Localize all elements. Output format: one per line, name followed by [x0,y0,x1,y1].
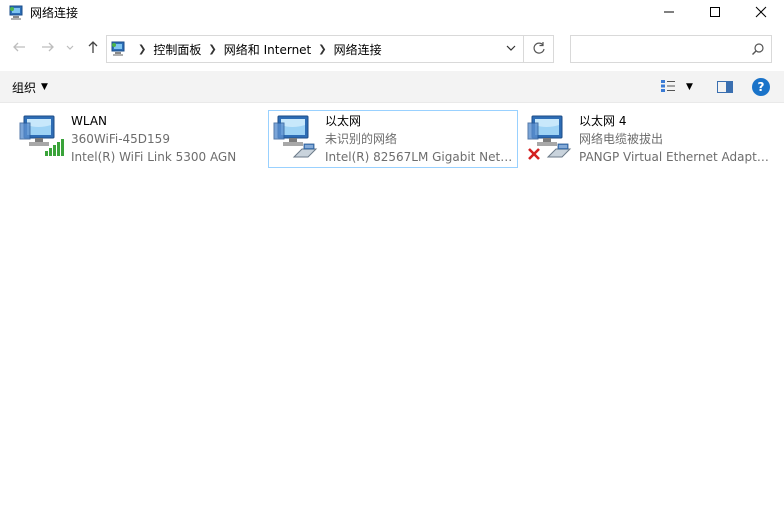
search-box[interactable] [570,35,772,63]
ethernet-network-adapter-icon [272,113,320,161]
address-dropdown-button[interactable] [499,36,523,62]
search-icon[interactable] [751,42,765,56]
wifi-network-adapter-icon [18,113,66,161]
connection-adapter: Intel(R) WiFi Link 5300 AGN [71,150,237,164]
connection-adapter: PANGP Virtual Ethernet Adapt… [579,150,769,164]
organize-menu-button[interactable]: 组织 ▼ [12,79,48,95]
breadcrumb-network-internet[interactable]: 网络和 Internet [224,41,311,58]
arrow-left-icon [11,39,27,58]
connection-status: 未识别的网络 [325,132,398,146]
breadcrumb: ❯ 控制面板 ❯ 网络和 Internet ❯ 网络连接 [131,36,382,62]
connection-item-ethernet[interactable]: 以太网 未识别的网络 Intel(R) 82567LM Gigabit Netw… [268,110,518,168]
address-bar[interactable]: ❯ 控制面板 ❯ 网络和 Internet ❯ 网络连接 [106,35,524,63]
breadcrumb-separator-icon[interactable]: ❯ [208,44,216,55]
close-icon [755,6,767,21]
back-button[interactable] [9,38,29,58]
connection-item-ethernet-4[interactable]: 以太网 4 网络电缆被拔出 PANGP Virtual Ethernet Ada… [522,110,772,168]
command-bar: 组织 ▼ ▼ ? [0,71,784,103]
recent-locations-button[interactable] [63,38,77,58]
breadcrumb-control-panel[interactable]: 控制面板 [153,41,201,58]
title-bar: 网络连接 [0,0,784,27]
close-button[interactable] [738,0,784,27]
help-button[interactable]: ? [752,78,770,96]
network-connections-app-icon [8,5,24,21]
preview-pane-button[interactable] [716,79,734,95]
connection-adapter: Intel(R) 82567LM Gigabit Netw… [325,150,515,164]
control-panel-icon [110,41,126,57]
maximize-button[interactable] [692,0,738,27]
refresh-icon [532,41,546,58]
window-title: 网络连接 [30,6,79,20]
help-icon: ? [757,80,765,94]
connection-name: WLAN [71,114,108,128]
minimize-button[interactable] [646,0,692,27]
connection-status: 网络电缆被拔出 [579,132,664,146]
forward-button[interactable] [38,38,58,58]
caret-down-icon: ▼ [41,82,48,92]
change-view-button[interactable]: ▼ [660,78,700,96]
connection-name: 以太网 [325,114,362,128]
chevron-down-icon [505,42,517,57]
ethernet-disconnected-adapter-icon [526,113,574,161]
breadcrumb-separator-icon[interactable]: ❯ [138,44,146,55]
connection-item-wlan[interactable]: WLAN 360WiFi-45D159 Intel(R) WiFi Link 5… [14,110,264,168]
connection-name: 以太网 4 [579,114,627,128]
organize-label: 组织 [12,80,37,95]
search-input[interactable] [575,40,745,58]
up-button[interactable] [83,38,103,58]
view-details-icon [660,79,676,96]
arrow-up-icon [85,39,101,58]
refresh-button[interactable] [524,35,554,63]
maximize-icon [709,6,721,21]
minimize-icon [663,6,675,21]
arrow-right-icon [40,39,56,58]
navigation-bar: ❯ 控制面板 ❯ 网络和 Internet ❯ 网络连接 [0,27,784,71]
caret-down-icon: ▼ [686,82,693,92]
chevron-down-icon [65,41,75,55]
breadcrumb-separator-icon[interactable]: ❯ [318,44,326,55]
preview-pane-icon [716,81,734,98]
breadcrumb-network-connections[interactable]: 网络连接 [334,41,382,58]
connection-status: 360WiFi-45D159 [71,132,170,146]
